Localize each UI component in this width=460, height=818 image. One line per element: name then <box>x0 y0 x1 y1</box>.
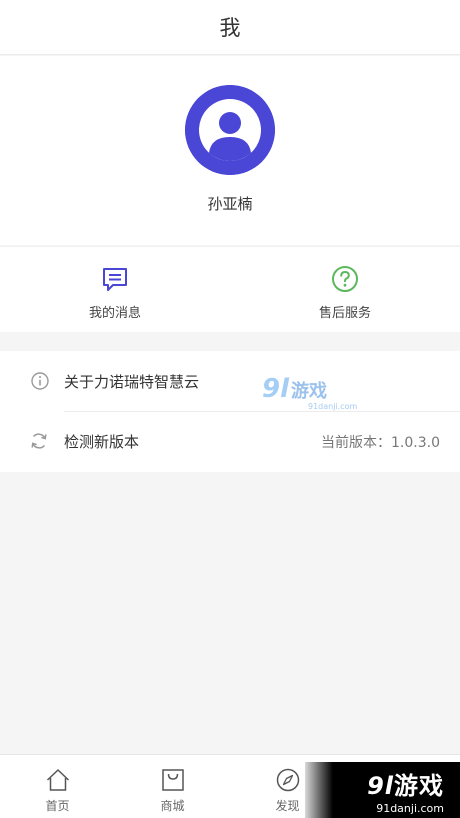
tab-mall-label: 商城 <box>160 799 185 813</box>
my-messages-button[interactable]: 我的消息 <box>0 247 230 332</box>
after-sales-button[interactable]: 售后服务 <box>230 247 460 332</box>
my-messages-label: 我的消息 <box>88 306 141 321</box>
page-title: 我 <box>219 16 241 40</box>
compass-icon <box>276 768 299 792</box>
tab-mall[interactable]: 商城 <box>115 755 230 818</box>
version-text: 当前版本：1.0.3.0 <box>321 434 440 451</box>
watermark-logo: 9l 游戏 91danji.com <box>262 374 357 411</box>
badge-name: 游戏 <box>394 771 444 800</box>
quick-actions: 我的消息 售后服务 <box>0 246 460 332</box>
profile-card: 孙亚楠 <box>0 56 460 245</box>
settings-list: 关于力诺瑞特智慧云 检测新版本 当前版本：1.0.3.0 <box>0 351 460 472</box>
about-label: 关于力诺瑞特智慧云 <box>64 372 200 391</box>
about-row[interactable]: 关于力诺瑞特智慧云 <box>0 351 460 411</box>
refresh-icon <box>31 433 47 449</box>
shopping-bag-icon <box>161 769 184 791</box>
home-icon <box>46 769 69 791</box>
check-update-row[interactable]: 检测新版本 当前版本：1.0.3.0 <box>31 411 460 471</box>
site-watermark-badge: 9l游戏 91danji.com <box>305 762 460 818</box>
check-update-label: 检测新版本 <box>64 433 140 451</box>
watermark-url: 91danji.com <box>308 402 358 411</box>
watermark-name: 游戏 <box>291 381 328 402</box>
user-name: 孙亚楠 <box>207 195 253 213</box>
avatar[interactable] <box>185 85 275 175</box>
tab-home-label: 首页 <box>45 799 70 813</box>
top-bar: 我 <box>0 0 460 55</box>
badge-mark: 9l <box>367 771 394 800</box>
after-sales-label: 售后服务 <box>318 306 371 321</box>
user-silhouette-icon <box>185 85 275 175</box>
watermark-mark: 9l <box>262 374 290 404</box>
tab-home[interactable]: 首页 <box>0 755 115 818</box>
message-icon <box>103 268 127 291</box>
badge-url: 91danji.com <box>376 801 444 815</box>
tab-discover-label: 发现 <box>275 799 300 813</box>
question-circle-icon <box>332 266 358 292</box>
info-icon <box>31 372 49 390</box>
